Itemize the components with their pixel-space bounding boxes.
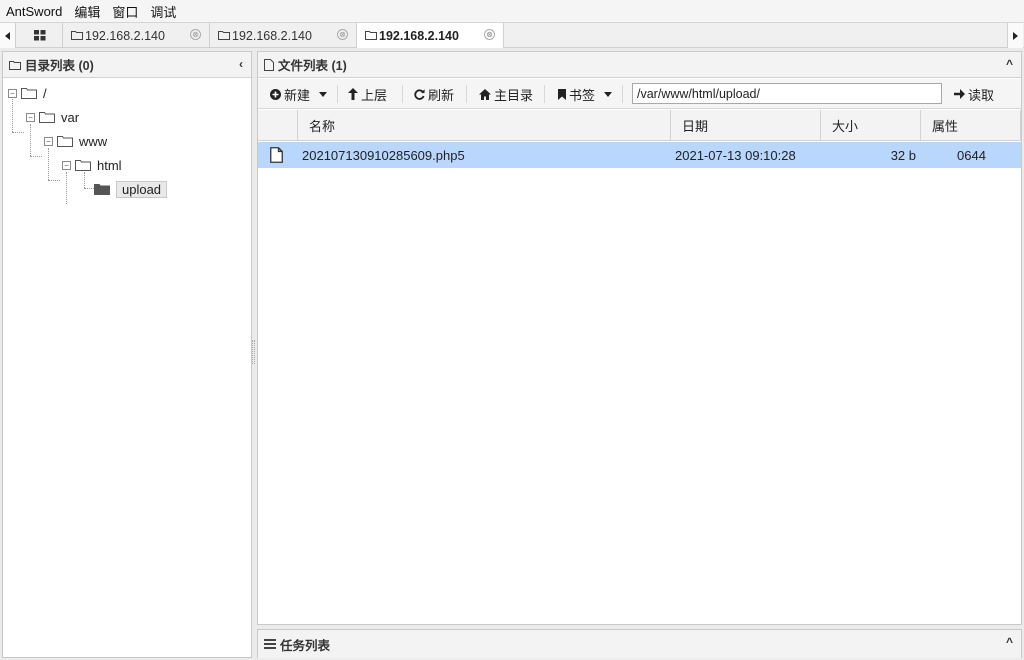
tree-node-upload[interactable]: upload — [94, 178, 168, 200]
plus-circle-icon — [270, 88, 281, 100]
tab-bar: 192.168.2.140 ⊗ 192.168.2.140 ⊗ 192.168.… — [0, 22, 1024, 48]
menu-item-debug[interactable]: 调试 — [150, 2, 176, 21]
tab-close-icon[interactable]: ⊗ — [190, 29, 201, 40]
menu-item-window[interactable]: 窗口 — [112, 2, 138, 21]
tab-shell-2[interactable]: 192.168.2.140 ⊗ — [210, 23, 357, 48]
collapse-toggle-icon[interactable]: − — [44, 136, 53, 146]
read-path-button[interactable]: 读取 — [954, 83, 994, 105]
tab-label: 192.168.2.140 — [232, 28, 312, 43]
task-list-panel: 任务列表 ^ — [257, 629, 1022, 658]
up-level-label: 上层 — [361, 87, 388, 103]
collapse-left-icon[interactable]: ‹ — [239, 57, 243, 71]
tab-close-icon[interactable]: ⊗ — [337, 29, 348, 40]
tree-node-html[interactable]: − html — [62, 155, 122, 175]
tree-node-label: www — [79, 133, 108, 149]
tab-close-icon[interactable]: ⊗ — [484, 29, 495, 40]
collapse-toggle-icon[interactable]: − — [62, 160, 71, 170]
file-row-icon — [270, 142, 283, 168]
new-button-label: 新建 — [284, 87, 311, 103]
column-header-size[interactable]: 大小 — [821, 110, 921, 141]
tab-scroll-right-button[interactable] — [1007, 23, 1023, 48]
grid-icon — [33, 30, 45, 41]
refresh-label: 刷新 — [428, 87, 455, 103]
column-header-name[interactable]: 名称 — [298, 110, 671, 141]
file-size-cell: 32 b — [890, 147, 916, 163]
tab-shell-1[interactable]: 192.168.2.140 ⊗ — [63, 23, 210, 48]
file-perm-cell: 0644 — [957, 147, 986, 163]
up-level-button[interactable]: 上层 — [348, 83, 387, 105]
file-toolbar: 新建 上层 刷新 主目录 书签 读取 — [258, 79, 1021, 109]
tab-scroll-left-button[interactable] — [0, 23, 16, 48]
bookmark-label: 书签 — [569, 87, 596, 103]
arrow-right-icon — [954, 89, 965, 99]
caret-left-icon — [5, 31, 10, 40]
file-grid-header: 名称 日期 大小 属性 — [258, 110, 1021, 141]
refresh-icon — [414, 88, 425, 100]
expand-up-icon[interactable]: ^ — [1006, 635, 1013, 649]
tree-node-label: html — [97, 157, 122, 173]
folder-icon — [365, 31, 377, 40]
folder-open-icon — [39, 112, 55, 123]
list-icon — [264, 639, 276, 649]
file-date-cell: 2021-07-13 09:10:28 — [675, 147, 796, 163]
column-header-attr[interactable]: 属性 — [921, 110, 1021, 141]
file-list-panel-header: 文件列表 (1) ^ — [258, 52, 1021, 78]
folder-icon — [71, 31, 83, 40]
collapse-toggle-icon[interactable]: − — [26, 112, 35, 122]
menu-item-antsword[interactable]: AntSword — [6, 4, 62, 19]
tab-home-button[interactable] — [17, 23, 63, 48]
caret-down-icon — [319, 91, 328, 97]
tree-node-root[interactable]: − / — [8, 83, 47, 103]
panel-splitter[interactable] — [252, 340, 255, 364]
home-dir-button[interactable]: 主目录 — [479, 83, 533, 105]
new-button[interactable]: 新建 — [270, 83, 328, 105]
folder-icon — [94, 184, 110, 195]
read-path-label: 读取 — [968, 87, 995, 103]
tab-shell-3[interactable]: 192.168.2.140 ⊗ — [357, 23, 504, 48]
directory-tree: − / − var − www − html upload — [3, 79, 251, 657]
file-icon — [270, 147, 283, 163]
home-dir-label: 主目录 — [494, 87, 534, 103]
tree-node-label: upload — [116, 180, 168, 198]
directory-panel-header: 目录列表 (0) ‹ — [3, 52, 251, 78]
menu-item-edit[interactable]: 编辑 — [74, 2, 100, 21]
directory-panel-title: 目录列表 (0) — [25, 59, 94, 73]
collapse-toggle-icon[interactable]: − — [8, 88, 17, 98]
file-name-cell: 20210713091028​5609.php5 — [302, 147, 465, 163]
caret-down-icon — [604, 91, 613, 97]
caret-right-icon — [1013, 31, 1018, 40]
folder-icon — [9, 60, 21, 70]
menu-bar: AntSword 编辑 窗口 调试 — [0, 0, 1024, 22]
tab-label: 192.168.2.140 — [379, 28, 459, 43]
column-header-date[interactable]: 日期 — [671, 110, 821, 141]
table-row[interactable]: 20210713091028​5609.php5 2021-07-13 09:1… — [258, 142, 1021, 168]
path-input[interactable] — [632, 83, 942, 104]
tree-node-label: / — [43, 85, 47, 101]
task-list-panel-header[interactable]: 任务列表 ^ — [258, 630, 1021, 658]
collapse-up-icon[interactable]: ^ — [1006, 57, 1013, 71]
folder-icon — [218, 31, 230, 40]
tree-node-www[interactable]: − www — [44, 131, 107, 151]
tree-node-var[interactable]: − var — [26, 107, 79, 127]
bookmark-icon — [558, 88, 566, 100]
refresh-button[interactable]: 刷新 — [414, 83, 454, 105]
column-header-icon — [258, 110, 298, 141]
folder-open-icon — [75, 160, 91, 171]
folder-open-icon — [57, 136, 73, 147]
home-icon — [479, 88, 491, 100]
bookmark-button[interactable]: 书签 — [558, 83, 613, 105]
task-list-title: 任务列表 — [280, 638, 331, 653]
tab-label: 192.168.2.140 — [85, 28, 165, 43]
file-list-panel-title: 文件列表 (1) — [278, 59, 347, 73]
file-icon — [264, 58, 274, 71]
directory-panel: 目录列表 (0) ‹ − / − var − www − html upload — [2, 51, 252, 658]
file-list-panel: 文件列表 (1) ^ 新建 上层 刷新 主目录 书签 /var/www/html… — [257, 51, 1022, 625]
folder-open-icon — [21, 88, 37, 99]
arrow-up-icon — [348, 88, 358, 100]
tree-node-label: var — [61, 109, 80, 125]
